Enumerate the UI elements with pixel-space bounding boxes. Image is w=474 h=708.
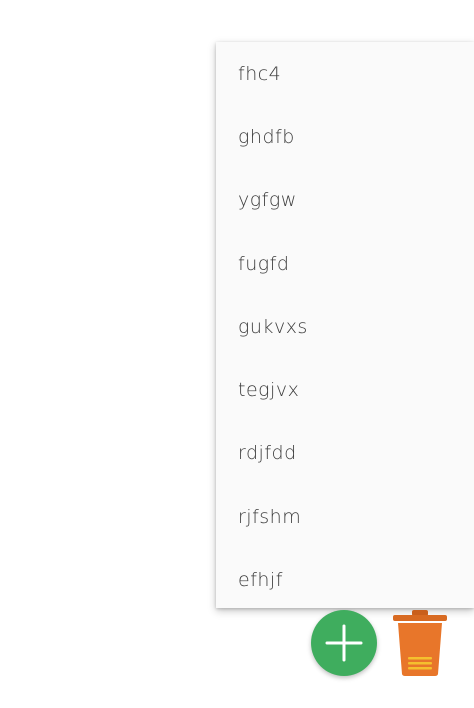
delete-button[interactable]	[390, 608, 450, 678]
menu-item-label: tegjvx	[238, 379, 300, 402]
menu-item-6[interactable]: tegjvx	[216, 358, 474, 421]
screen: fhc4 ghdfb ygfgw fugfd gukvxs tegjvx rdj…	[0, 0, 474, 708]
menu-item-5[interactable]: gukvxs	[216, 295, 474, 358]
menu-item-2[interactable]: ghdfb	[216, 105, 474, 168]
plus-icon	[325, 624, 363, 662]
menu-item-label: rdjfdd	[238, 442, 297, 465]
menu-item-label: efhjf	[238, 569, 283, 592]
dropdown-menu: fhc4 ghdfb ygfgw fugfd gukvxs tegjvx rdj…	[216, 42, 474, 608]
menu-item-label: ghdfb	[238, 125, 295, 148]
menu-item-8[interactable]: rjfshm	[216, 485, 474, 548]
menu-item-label: fugfd	[238, 252, 290, 275]
menu-item-label: fhc4	[238, 62, 282, 85]
menu-item-label: ygfgw	[238, 189, 297, 212]
menu-item-7[interactable]: rdjfdd	[216, 422, 474, 485]
menu-item-3[interactable]: ygfgw	[216, 169, 474, 232]
menu-item-9[interactable]: efhjf	[216, 548, 474, 608]
add-button[interactable]	[311, 610, 377, 676]
trash-icon	[393, 610, 447, 676]
menu-item-label: gukvxs	[238, 315, 308, 338]
menu-item-1[interactable]: fhc4	[216, 42, 474, 105]
menu-item-4[interactable]: fugfd	[216, 232, 474, 295]
menu-item-label: rjfshm	[238, 505, 302, 528]
